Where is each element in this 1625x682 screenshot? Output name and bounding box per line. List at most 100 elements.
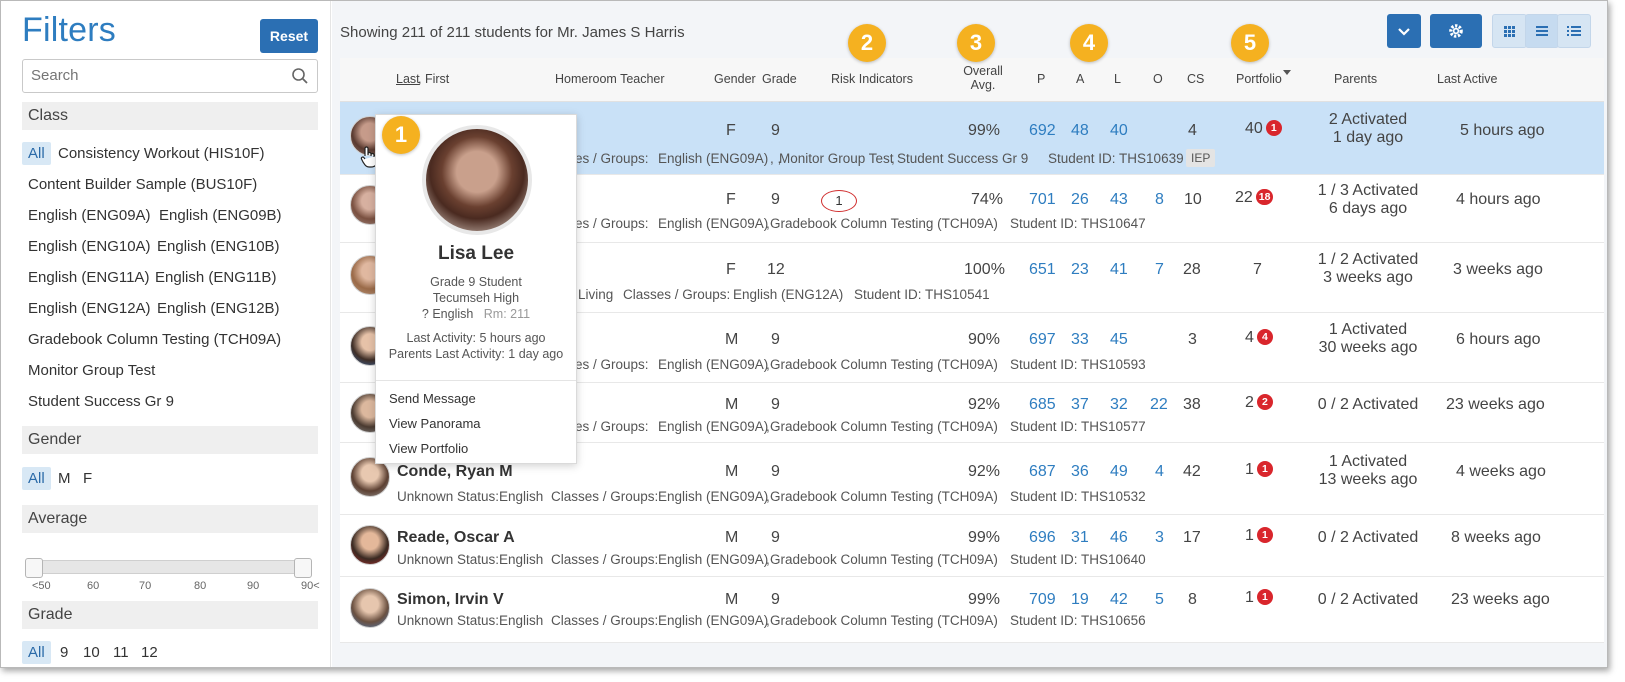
status-link[interactable]: Living [578,287,613,302]
portfolio-header[interactable]: Portfolio [1236,72,1282,86]
status-link[interactable]: English [499,489,543,504]
p-value[interactable]: 701 [1029,191,1056,209]
list-view-button[interactable] [1525,14,1559,48]
grade-header[interactable]: Grade [762,72,797,86]
o-value[interactable]: 8 [1155,191,1164,209]
student-avatar[interactable] [350,588,390,628]
p-value[interactable]: 696 [1029,529,1056,547]
class-filter-eng12a[interactable]: English (ENG12A) [22,297,157,320]
class-filter-eng12b[interactable]: English (ENG12B) [151,297,286,320]
o-value[interactable]: 7 [1155,261,1164,279]
grade-filter-12[interactable]: 12 [135,641,164,664]
group-link[interactable]: Gradebook Column Testing (TCH09A) [770,216,998,231]
grade-filter-11[interactable]: 11 [107,641,135,664]
l-value[interactable]: 42 [1110,591,1128,609]
p-value[interactable]: 697 [1029,331,1056,349]
o-value[interactable]: 5 [1155,591,1164,609]
class-filter-all[interactable]: All [22,142,51,165]
settings-button[interactable] [1430,14,1482,48]
table-row[interactable]: Reade, Oscar A Unknown Status: English C… [340,515,1604,577]
class-filter-eng11b[interactable]: English (ENG11B) [149,266,282,289]
risk-indicators-header[interactable]: Risk Indicators [831,72,913,86]
p-value[interactable]: 692 [1029,122,1056,140]
l-value[interactable]: 32 [1110,396,1128,414]
portfolio-value[interactable]: 11 [1245,527,1273,545]
sort-first-name[interactable]: , First [418,72,449,86]
a-value[interactable]: 37 [1071,396,1089,414]
p-value[interactable]: 651 [1029,261,1056,279]
class-filter-bus10f[interactable]: Content Builder Sample (BUS10F) [22,173,263,196]
class-filter-student-success[interactable]: Student Success Gr 9 [22,390,180,413]
l-value[interactable]: 41 [1110,261,1128,279]
student-name-link[interactable]: Conde, Ryan M [397,463,513,481]
group-link[interactable]: English (ENG09A) [658,489,768,504]
grade-filter-9[interactable]: 9 [54,641,74,664]
class-filter-eng09a[interactable]: English (ENG09A) [22,204,157,227]
grade-filter-all[interactable]: All [22,641,51,664]
l-value[interactable]: 45 [1110,331,1128,349]
group-link[interactable]: English (ENG12A) [733,287,843,302]
student-name-link[interactable]: Simon, Irvin V [397,591,504,609]
class-filter-monitor-group[interactable]: Monitor Group Test [22,359,161,382]
group-link[interactable]: Gradebook Column Testing (TCH09A) [770,357,998,372]
gender-filter-all[interactable]: All [22,467,51,490]
group-link[interactable]: Gradebook Column Testing (TCH09A) [770,489,998,504]
o-value[interactable]: 22 [1150,396,1168,414]
p-value[interactable]: 687 [1029,463,1056,481]
search-icon[interactable] [291,67,309,85]
average-min-handle[interactable] [25,558,43,578]
class-filter-his10f[interactable]: Consistency Workout (HIS10F) [52,142,270,165]
group-link[interactable]: English (ENG09A) [658,552,768,567]
view-portfolio-action[interactable]: View Portfolio [389,441,468,456]
gender-filter-f[interactable]: F [77,467,98,490]
grade-filter-10[interactable]: 10 [77,641,106,664]
group-link[interactable]: English (ENG09A) [658,151,768,166]
group-link[interactable]: English (ENG09A) [658,613,768,628]
p-value[interactable]: 685 [1029,396,1056,414]
a-value[interactable]: 36 [1071,463,1089,481]
group-link[interactable]: English (ENG09A) [658,216,768,231]
student-avatar[interactable] [350,525,390,565]
gender-header[interactable]: Gender [714,72,756,86]
a-value[interactable]: 23 [1071,261,1089,279]
homeroom-teacher-header[interactable]: Homeroom Teacher [555,72,665,86]
o-header[interactable]: O [1153,72,1163,86]
a-value[interactable]: 26 [1071,191,1089,209]
group-link[interactable]: English (ENG09A) [658,419,768,434]
portfolio-value[interactable]: 11 [1245,589,1273,607]
a-header[interactable]: A [1076,72,1084,86]
view-panorama-action[interactable]: View Panorama [389,416,481,431]
group-link[interactable]: English (ENG09A) [658,357,768,372]
last-active-header[interactable]: Last Active [1437,72,1497,86]
portfolio-value[interactable]: 44 [1245,329,1273,347]
dropdown-button[interactable] [1387,14,1421,48]
a-value[interactable]: 33 [1071,331,1089,349]
table-row[interactable]: Simon, Irvin V Unknown Status: English C… [340,577,1604,643]
average-max-handle[interactable] [294,558,312,578]
o-value[interactable]: 3 [1155,529,1164,547]
l-value[interactable]: 43 [1110,191,1128,209]
class-filter-eng09b[interactable]: English (ENG09B) [153,204,288,227]
class-filter-tch09a[interactable]: Gradebook Column Testing (TCH09A) [22,328,287,351]
class-filter-eng11a[interactable]: English (ENG11A) [22,266,155,289]
search-input[interactable] [31,60,281,90]
a-value[interactable]: 48 [1071,122,1089,140]
portfolio-value[interactable]: 40 1 [1245,120,1282,138]
reset-button[interactable]: Reset [260,19,318,53]
a-value[interactable]: 19 [1071,591,1089,609]
portfolio-value[interactable]: 11 [1245,461,1273,479]
o-value[interactable]: 4 [1155,463,1164,481]
status-link[interactable]: English [499,552,543,567]
risk-indicator-badge[interactable]: 1 [821,190,857,212]
portfolio-value[interactable]: 22 [1245,394,1273,412]
parents-header[interactable]: Parents [1334,72,1377,86]
send-message-action[interactable]: Send Message [389,391,476,406]
portfolio-value[interactable]: 7 [1253,261,1262,279]
p-value[interactable]: 709 [1029,591,1056,609]
gender-filter-m[interactable]: M [52,467,77,490]
p-header[interactable]: P [1037,72,1045,86]
overall-avg-header[interactable]: Overall Avg. [958,64,1008,92]
group-link[interactable]: Gradebook Column Testing (TCH09A) [770,552,998,567]
class-filter-eng10b[interactable]: English (ENG10B) [151,235,286,258]
portfolio-value[interactable]: 22 18 [1235,189,1274,207]
